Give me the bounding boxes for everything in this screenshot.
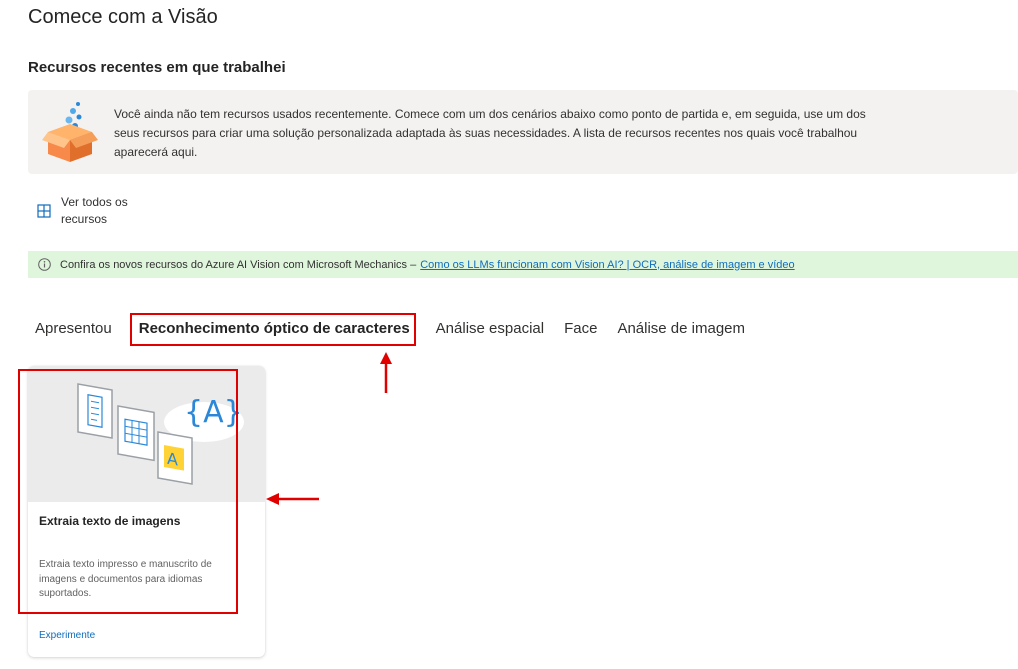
card-image: {A} A: [28, 366, 265, 502]
page-title: Comece com a Visão: [28, 6, 218, 28]
mechanics-video-link[interactable]: Como os LLMs funcionam com Vision AI? | …: [420, 259, 794, 271]
recent-resources-heading: Recursos recentes em que trabalhei: [28, 59, 286, 76]
card-description: Extraia texto impresso e manuscrito de i…: [39, 559, 212, 599]
annotation-arrow-left: [266, 493, 319, 505]
box-with-bubbles-icon: [42, 100, 98, 164]
grid-icon: [37, 204, 51, 218]
see-all-resources-label: Ver todos os recursos: [61, 195, 128, 226]
vision-getting-started-page: Comece com a Visão Recursos recentes em …: [0, 0, 1018, 669]
tab-featured[interactable]: Apresentou: [35, 313, 112, 345]
info-message-bar: Confira os novos recursos do Azure AI Vi…: [28, 251, 1018, 278]
recent-resources-empty-banner: Você ainda não tem recursos usados recen…: [28, 90, 1018, 174]
info-message-text: Confira os novos recursos do Azure AI Vi…: [60, 258, 417, 271]
tab-ocr[interactable]: Reconhecimento óptico de caracteres: [129, 312, 416, 346]
ocr-documents-illustration: {A} A: [77, 383, 244, 485]
try-it-link[interactable]: Experimente: [39, 630, 95, 641]
tab-image-analysis[interactable]: Análise de imagem: [617, 313, 745, 345]
see-all-resources-link[interactable]: Ver todos os recursos: [37, 194, 157, 228]
ocr-scenario-card[interactable]: {A} A Extraia texto de imagens Extraia t…: [28, 366, 265, 657]
tab-spatial-analysis[interactable]: Análise espacial: [436, 313, 544, 345]
svg-text:A: A: [167, 449, 178, 470]
annotation-arrow-up: [380, 352, 392, 393]
card-title: Extraia texto de imagens: [39, 514, 181, 528]
empty-state-message: Você ainda não tem recursos usados recen…: [114, 107, 866, 159]
svg-text:{A}: {A}: [184, 395, 243, 430]
info-icon: [38, 258, 51, 271]
tab-face[interactable]: Face: [564, 313, 597, 345]
scenario-tabs: Apresentou Reconhecimento óptico de cara…: [35, 312, 765, 346]
